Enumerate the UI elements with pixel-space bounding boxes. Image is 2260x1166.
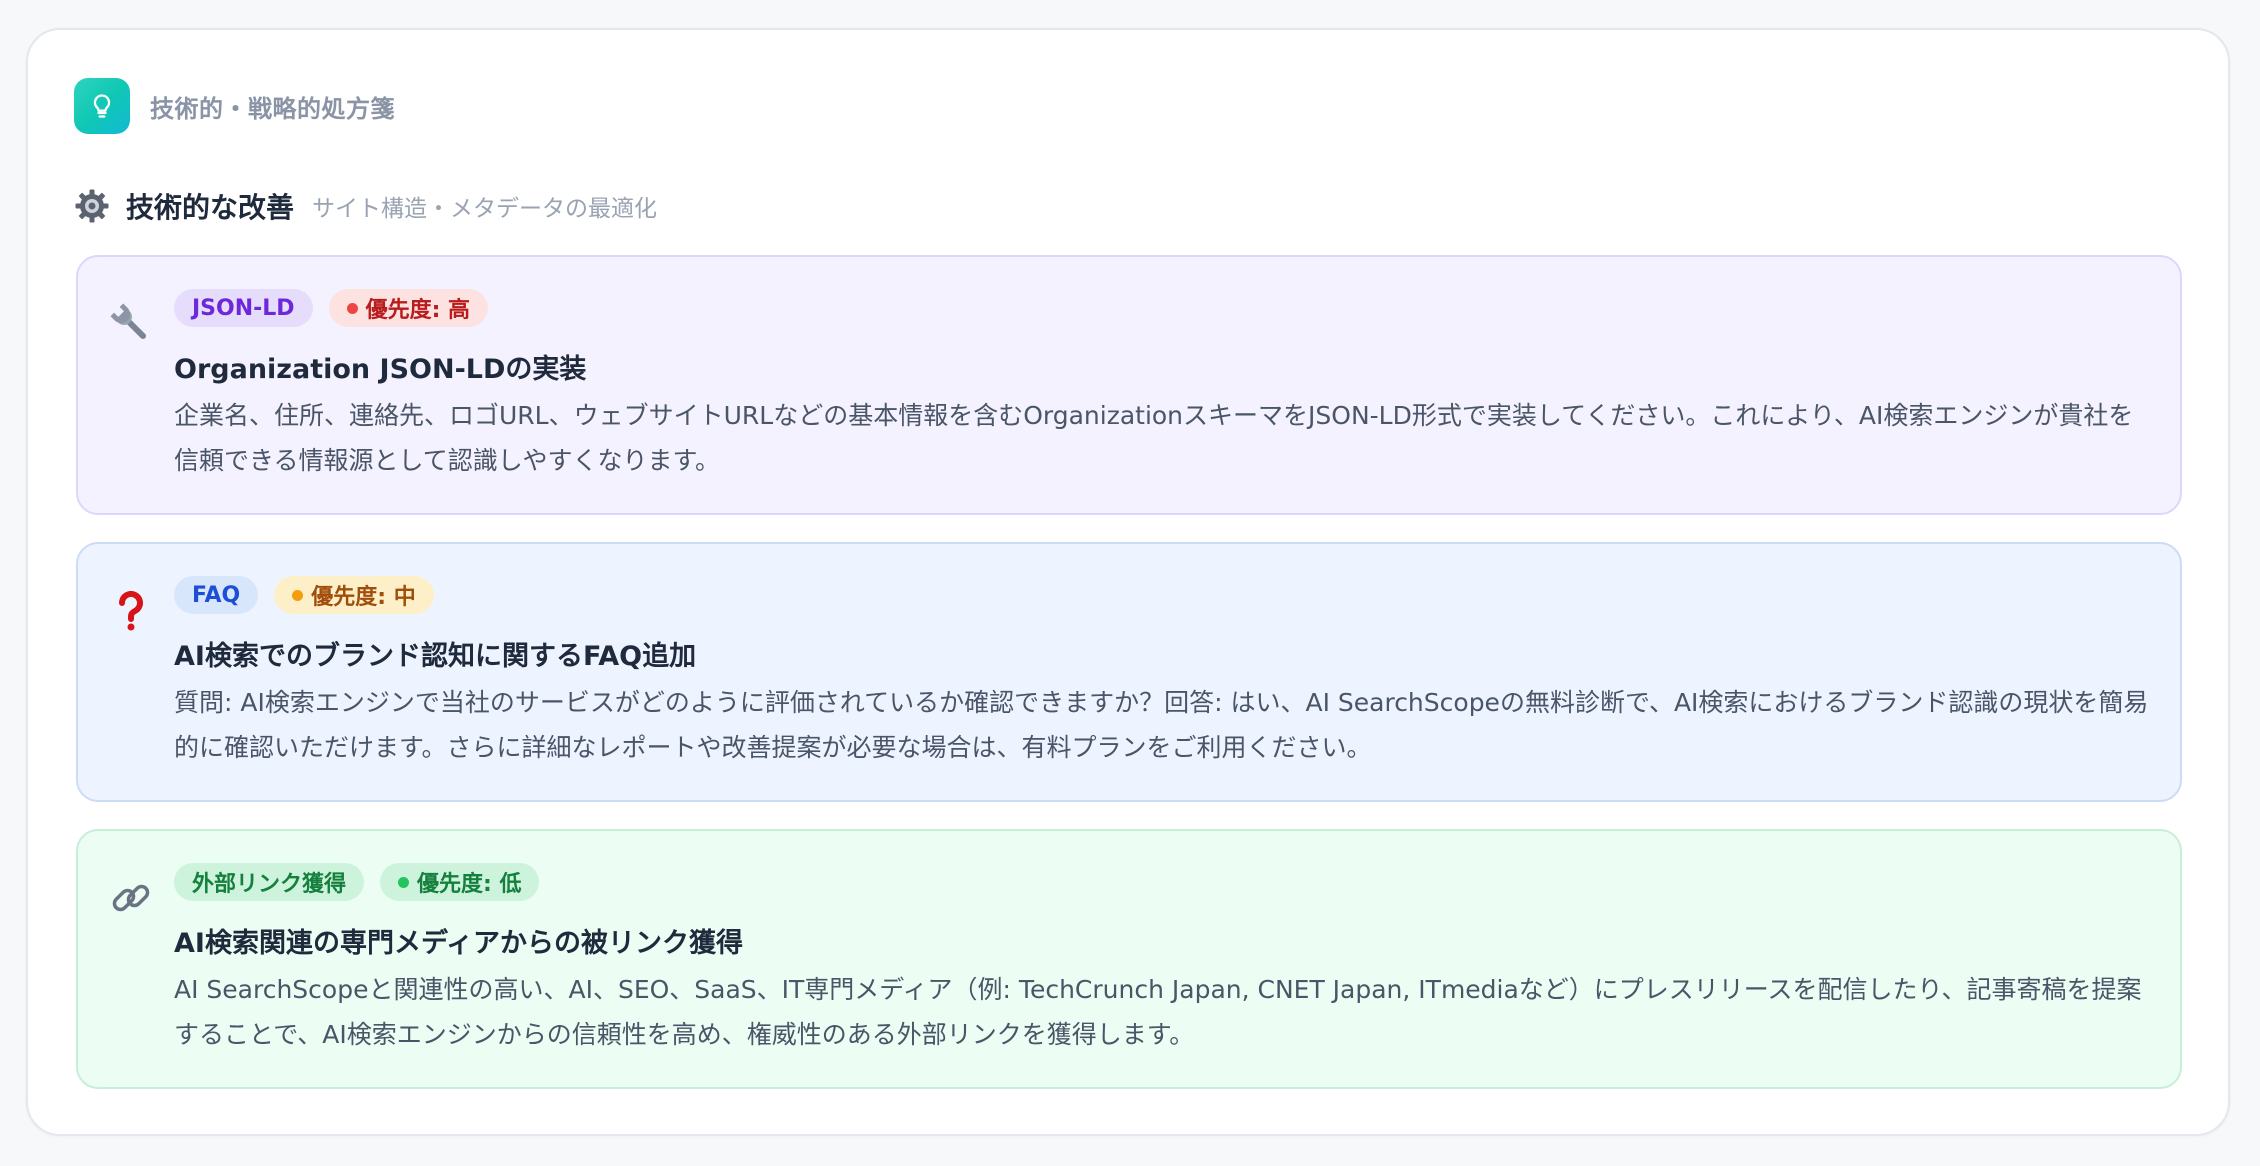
lightbulb-icon: [74, 78, 130, 134]
wrench-icon: [108, 301, 154, 347]
section-heading: 技術的な改善 サイト構造・メタデータの最適化: [74, 182, 657, 230]
priority-label: 優先度: 低: [417, 872, 522, 897]
category-badge: FAQ: [174, 576, 259, 614]
category-badge: JSON-LD: [174, 289, 313, 327]
card-title: Organization JSON-LDの実装: [174, 354, 587, 385]
panel-header: 技術的・戦略的処方箋: [74, 78, 395, 134]
recommendation-card-backlinks: 外部リンク獲得 優先度: 低 AI検索関連の専門メディアからの被リンク獲得 AI…: [76, 829, 2182, 1089]
priority-badge: 優先度: 低: [380, 863, 540, 901]
panel-header-label: 技術的・戦略的処方箋: [150, 94, 395, 123]
category-badge: 外部リンク獲得: [174, 863, 365, 901]
card-body: 質問: AI検索エンジンで当社のサービスがどのように評価されているか確認できます…: [174, 688, 2149, 762]
gear-icon: [74, 188, 110, 224]
priority-badge: 優先度: 高: [328, 289, 489, 327]
question-mark-icon: [108, 588, 154, 634]
recommendation-card-json-ld: JSON-LD 優先度: 高 Organization JSON-LDの実装 企…: [76, 255, 2182, 515]
priority-label: 優先度: 高: [365, 298, 471, 323]
section-title: 技術的な改善: [126, 191, 295, 224]
recommendation-card-faq: FAQ 優先度: 中 AI検索でのブランド認知に関するFAQ追加 質問: AI検…: [76, 542, 2182, 802]
card-badges: JSON-LD 優先度: 高: [174, 289, 489, 327]
card-title: AI検索関連の専門メディアからの被リンク獲得: [174, 928, 744, 959]
priority-dot: [398, 876, 410, 888]
card-title: AI検索でのブランド認知に関するFAQ追加: [174, 641, 697, 672]
section-subtitle: サイト構造・メタデータの最適化: [312, 196, 658, 222]
card-body: AI SearchScopeと関連性の高い、AI、SEO、SaaS、IT専門メデ…: [174, 975, 2142, 1049]
priority-dot: [346, 302, 358, 314]
card-badges: FAQ 優先度: 中: [174, 576, 434, 614]
prescription-panel: 技術的・戦略的処方箋 技術的な改善 サイト構造・メタデータの最適化 JSON-L…: [26, 28, 2230, 1136]
priority-badge: 優先度: 中: [274, 576, 434, 614]
priority-label: 優先度: 中: [311, 585, 416, 610]
card-badges: 外部リンク獲得 優先度: 低: [174, 863, 540, 901]
priority-dot: [292, 589, 304, 601]
card-body: 企業名、住所、連絡先、ロゴURL、ウェブサイトURLなどの基本情報を含むOrga…: [174, 401, 2134, 475]
link-icon: [108, 875, 154, 921]
